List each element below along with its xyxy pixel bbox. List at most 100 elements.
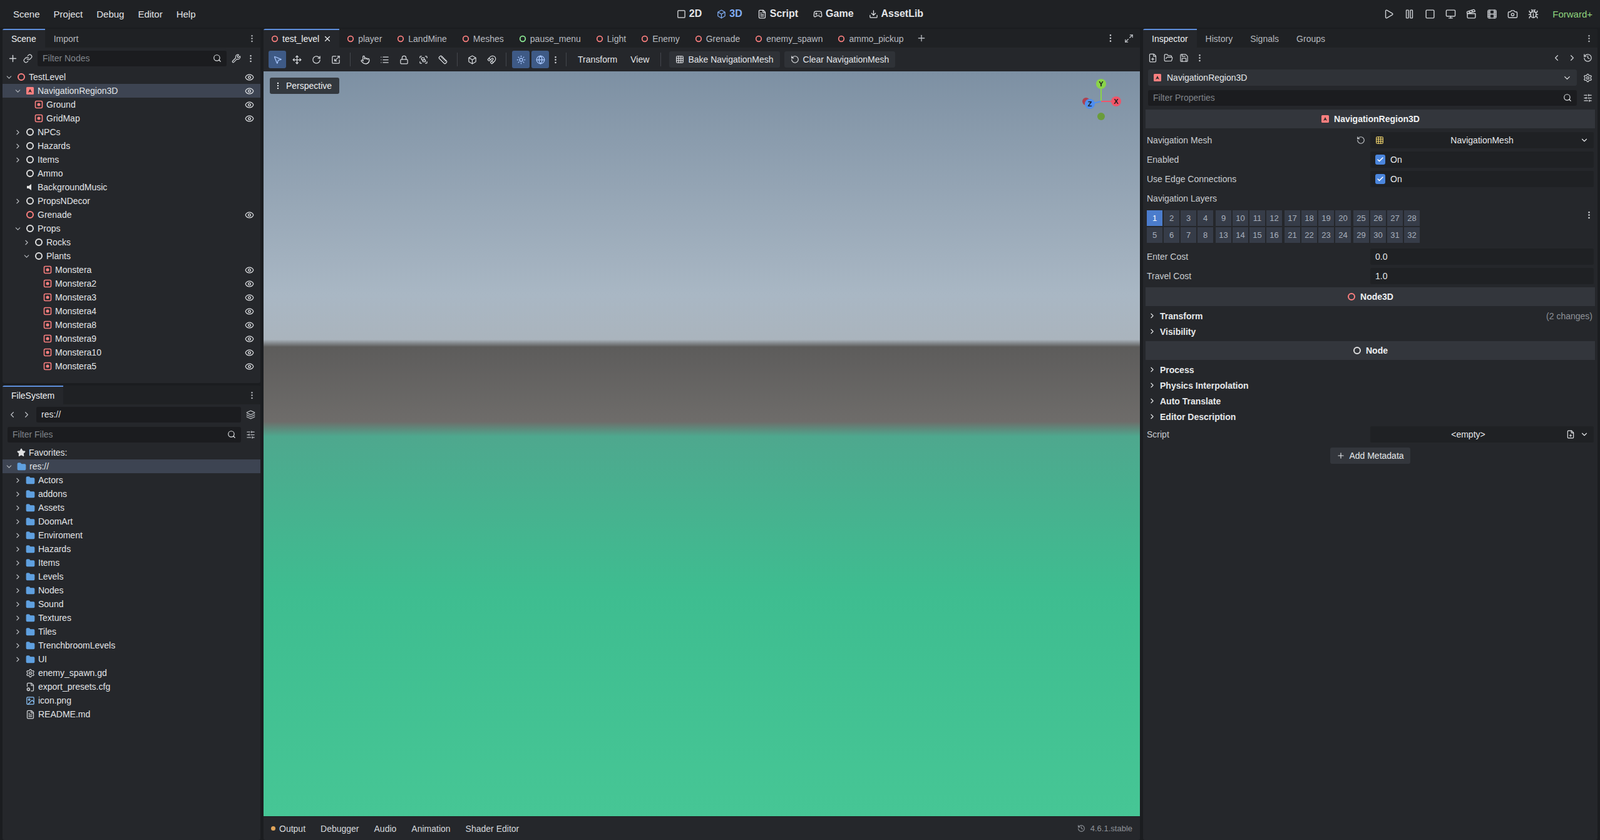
eye-icon[interactable] bbox=[244, 265, 255, 275]
eye-icon[interactable] bbox=[244, 113, 255, 124]
file-row[interactable]: Enviroment bbox=[2, 528, 261, 543]
dock-tab[interactable]: FileSystem bbox=[2, 385, 64, 405]
scene-tab[interactable]: LandMine bbox=[389, 28, 455, 48]
layer-cell[interactable]: 15 bbox=[1249, 227, 1266, 243]
file-row[interactable]: Items bbox=[2, 555, 261, 570]
layer-cell[interactable]: 6 bbox=[1163, 227, 1180, 243]
scene-tree-row[interactable]: Hazards bbox=[2, 138, 261, 153]
collapse-icon[interactable] bbox=[5, 73, 14, 82]
checkbox[interactable] bbox=[1375, 154, 1386, 165]
workspace-button[interactable]: Script bbox=[752, 5, 804, 22]
run-control-icon[interactable] bbox=[1424, 8, 1436, 20]
layer-cell[interactable]: 31 bbox=[1387, 227, 1403, 243]
layer-cell[interactable]: 19 bbox=[1318, 210, 1334, 226]
filter-properties-field[interactable]: Filter Properties bbox=[1148, 90, 1577, 106]
run-control-icon[interactable] bbox=[1466, 8, 1477, 20]
layer-cell[interactable]: 13 bbox=[1215, 227, 1232, 243]
tree-arrow[interactable] bbox=[13, 627, 23, 636]
layer-cell[interactable]: 30 bbox=[1370, 227, 1386, 243]
tree-arrow[interactable] bbox=[13, 600, 23, 609]
file-row[interactable]: Sound bbox=[2, 597, 261, 611]
checkbox-value[interactable]: On bbox=[1370, 151, 1594, 168]
filter-nodes-field[interactable]: Filter Nodes bbox=[37, 50, 227, 67]
visibility-toggle[interactable] bbox=[244, 306, 255, 317]
tree-arrow[interactable] bbox=[13, 128, 23, 137]
visibility-toggle[interactable] bbox=[244, 348, 255, 358]
workspace-button[interactable]: Game bbox=[808, 5, 859, 22]
layer-cell[interactable]: 10 bbox=[1232, 210, 1249, 226]
run-control-icon[interactable] bbox=[1445, 8, 1457, 20]
dock-tab[interactable]: Groups bbox=[1287, 28, 1334, 48]
file-row[interactable]: Nodes bbox=[2, 583, 261, 598]
eye-icon[interactable] bbox=[244, 210, 255, 220]
file-row[interactable]: export_presets.cfg bbox=[2, 679, 261, 694]
save-resource-icon[interactable] bbox=[1179, 53, 1189, 63]
add-node-icon[interactable] bbox=[7, 53, 19, 64]
property-group[interactable]: Auto Translate bbox=[1143, 393, 1598, 409]
3d-viewport[interactable]: PerspectiveYZX bbox=[263, 71, 1140, 817]
file-row[interactable]: addons bbox=[2, 487, 261, 501]
scene-tree-row[interactable]: Monstera10 bbox=[2, 345, 261, 360]
run-control-icon[interactable] bbox=[1404, 8, 1415, 20]
file-row[interactable]: Tiles bbox=[2, 624, 261, 639]
tree-arrow[interactable] bbox=[22, 238, 32, 247]
collapse-icon[interactable] bbox=[13, 224, 22, 233]
tool-button[interactable] bbox=[463, 50, 481, 69]
dock-tab[interactable]: Scene bbox=[2, 28, 46, 48]
run-control-icon[interactable] bbox=[1528, 8, 1539, 20]
layer-cell[interactable]: 11 bbox=[1249, 210, 1266, 226]
eye-icon[interactable] bbox=[244, 306, 255, 317]
tool-button[interactable] bbox=[375, 50, 394, 69]
eye-icon[interactable] bbox=[244, 348, 255, 358]
scene-tab[interactable]: Light bbox=[588, 28, 634, 48]
file-row[interactable]: Actors bbox=[2, 473, 261, 488]
forward-icon[interactable] bbox=[21, 410, 32, 420]
run-control-icon[interactable] bbox=[1383, 8, 1395, 20]
visibility-toggle[interactable] bbox=[244, 320, 255, 330]
bottom-panel-tab[interactable]: Output bbox=[271, 823, 306, 834]
layer-cell[interactable]: 3 bbox=[1180, 210, 1197, 226]
navmesh-action-button[interactable]: Bake NavigationMesh bbox=[669, 51, 780, 68]
more-icon[interactable] bbox=[1194, 53, 1205, 63]
scene-tree-row[interactable]: Monstera5 bbox=[2, 359, 261, 374]
property-group[interactable]: Editor Description bbox=[1143, 408, 1598, 425]
tree-arrow[interactable] bbox=[13, 197, 23, 206]
add-scene-tab[interactable] bbox=[911, 28, 932, 48]
split-mode-icon[interactable] bbox=[246, 410, 256, 420]
expand-icon[interactable] bbox=[13, 586, 22, 595]
filter-files-field[interactable]: Filter Files bbox=[7, 426, 242, 443]
tool-button[interactable] bbox=[307, 50, 325, 69]
tool-button[interactable] bbox=[394, 50, 413, 69]
scene-tree-row[interactable]: Ammo bbox=[2, 166, 261, 181]
visibility-toggle[interactable] bbox=[244, 279, 255, 289]
favorites-row[interactable]: Favorites: bbox=[2, 445, 261, 460]
scene-tree-row[interactable]: Items bbox=[2, 152, 261, 167]
file-row[interactable]: enemy_spawn.gd bbox=[2, 666, 261, 680]
layer-cell[interactable]: 17 bbox=[1284, 210, 1301, 226]
number-field[interactable]: 1.0 bbox=[1370, 267, 1594, 285]
menu-item[interactable]: Editor bbox=[132, 6, 168, 22]
scene-tree-row[interactable]: BackgroundMusic bbox=[2, 180, 261, 195]
workspace-button[interactable]: AssetLib bbox=[863, 5, 929, 22]
tree-arrow[interactable] bbox=[22, 252, 32, 261]
scene-tree-row[interactable]: Plants bbox=[2, 249, 261, 263]
expand-icon[interactable] bbox=[13, 627, 22, 636]
dock-menu-icon[interactable] bbox=[1584, 33, 1594, 44]
tool-button[interactable] bbox=[531, 50, 549, 69]
layer-cell[interactable]: 23 bbox=[1318, 227, 1334, 243]
history-forward-icon[interactable] bbox=[1567, 53, 1577, 63]
visibility-toggle[interactable] bbox=[244, 292, 255, 303]
expand-icon[interactable] bbox=[13, 517, 22, 526]
scene-tree-row[interactable]: PropsNDecor bbox=[2, 194, 261, 208]
collapse-icon[interactable] bbox=[13, 87, 22, 96]
eye-icon[interactable] bbox=[244, 86, 255, 96]
revert-icon[interactable] bbox=[1356, 135, 1366, 145]
tree-arrow[interactable] bbox=[13, 142, 23, 151]
tool-button[interactable] bbox=[482, 50, 501, 69]
tool-button[interactable] bbox=[414, 50, 432, 69]
layer-cell[interactable]: 12 bbox=[1266, 210, 1283, 226]
menu-item[interactable]: Project bbox=[48, 6, 89, 22]
tree-arrow[interactable] bbox=[13, 517, 23, 526]
run-control-icon[interactable] bbox=[1486, 8, 1498, 20]
bottom-panel-tab[interactable]: Shader Editor bbox=[465, 823, 520, 834]
